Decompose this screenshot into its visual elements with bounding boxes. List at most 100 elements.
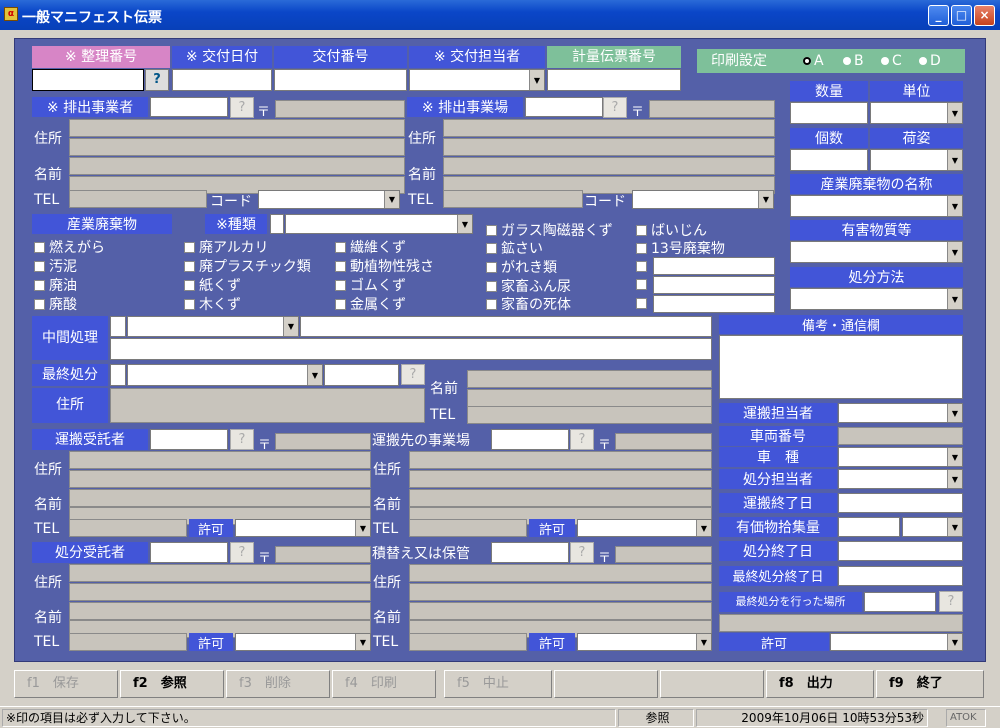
minimize-button[interactable]: _ <box>928 5 949 26</box>
shashu-select[interactable]: ▼ <box>838 447 963 467</box>
tani-select[interactable]: ▼ <box>870 102 963 124</box>
seiri-bango-help-button[interactable]: ? <box>145 69 169 91</box>
haishutsu-jigyojo-code[interactable] <box>525 97 603 117</box>
waste-checkbox[interactable]: 汚泥 <box>34 256 77 276</box>
waste-checkbox[interactable]: 金属くず <box>335 294 406 314</box>
waste-other-input3[interactable] <box>653 295 775 313</box>
waste-checkbox[interactable]: 廃酸 <box>34 294 77 314</box>
f6-empty-button[interactable] <box>554 670 658 698</box>
f3-delete-button[interactable]: f3 削除 <box>226 670 330 698</box>
waste-checkbox[interactable]: 紙くず <box>184 275 241 295</box>
waste-type-select[interactable]: ▼ <box>285 214 473 234</box>
yuka-input[interactable] <box>838 517 900 537</box>
meisho-select[interactable]: ▼ <box>790 195 963 217</box>
maximize-button[interactable]: □ <box>951 5 972 26</box>
waste-checkbox-other3[interactable] <box>636 296 651 312</box>
shobun-jutaku-permit-select[interactable]: ▼ <box>235 633 371 651</box>
chukan-select[interactable]: ▼ <box>127 316 299 337</box>
waste-checkbox[interactable]: 13号廃棄物 <box>636 238 725 258</box>
unpan-saki-search-button[interactable]: ? <box>570 429 594 450</box>
tsumikae-permit-select[interactable]: ▼ <box>577 633 712 651</box>
haishutsu-jigyojo-code-select[interactable]: ▼ <box>632 190 774 209</box>
saishu-input[interactable] <box>324 364 399 386</box>
waste-checkbox[interactable]: 家畜の死体 <box>486 294 571 314</box>
waste-checkbox[interactable]: ガラス陶磁器くず <box>486 220 613 240</box>
waste-checkbox[interactable]: 家畜ふん尿 <box>486 276 571 296</box>
waste-other-input2[interactable] <box>653 276 775 294</box>
f2-reference-button[interactable]: f2 参照 <box>120 670 224 698</box>
waste-type-code[interactable] <box>270 214 284 234</box>
waste-checkbox[interactable]: ゴムくず <box>335 275 406 295</box>
waste-checkbox[interactable]: 繊維くず <box>335 237 406 257</box>
print-option-c[interactable]: C <box>881 49 902 73</box>
haishutsu-jigyosha-code[interactable] <box>150 97 228 117</box>
waste-checkbox[interactable]: 廃プラスチック類 <box>184 256 311 276</box>
waste-checkbox[interactable]: 燃えがら <box>34 237 105 257</box>
unpan-saki-code[interactable] <box>491 429 569 450</box>
suryo-input[interactable] <box>790 102 868 124</box>
kofu-tanto-select[interactable]: ▼ <box>409 69 545 91</box>
print-option-d[interactable]: D <box>919 49 941 73</box>
saishu-basho-search-button[interactable]: ? <box>939 591 963 612</box>
unpan-jutaku-code[interactable] <box>150 429 228 450</box>
f5-cancel-button[interactable]: f5 中止 <box>444 670 552 698</box>
waste-checkbox[interactable]: がれき類 <box>486 257 557 277</box>
kosu-input[interactable] <box>790 149 868 171</box>
yugai-select[interactable]: ▼ <box>790 241 963 263</box>
waste-checkbox[interactable]: 木くず <box>184 294 241 314</box>
kofu-hizuke-input[interactable] <box>172 69 272 91</box>
chukan-detail-input[interactable] <box>110 338 712 360</box>
nisugata-select[interactable]: ▼ <box>870 149 963 171</box>
seiri-bango-input[interactable] <box>32 69 144 91</box>
kofu-bango-input[interactable] <box>274 69 407 91</box>
unpan-saki-permit-select[interactable]: ▼ <box>577 519 712 537</box>
shobun-tanto-select[interactable]: ▼ <box>838 469 963 489</box>
meisho-label: 産業廃棄物の名称 <box>790 174 963 194</box>
waste-checkbox[interactable]: 動植物性残さ <box>335 256 434 276</box>
f4-print-button[interactable]: f4 印刷 <box>332 670 436 698</box>
unpan-shuryo-input[interactable] <box>838 493 963 513</box>
chevron-down-icon: ▼ <box>283 317 298 336</box>
saishu-search-button[interactable]: ? <box>401 364 425 385</box>
saishu-select[interactable]: ▼ <box>127 364 323 386</box>
haishutsu-jigyosha-code-select[interactable]: ▼ <box>258 190 400 209</box>
shobun-shuryo-input[interactable] <box>838 541 963 561</box>
kosu-label: 個数 <box>790 128 868 148</box>
shobun-hoho-select[interactable]: ▼ <box>790 288 963 310</box>
print-option-a[interactable]: A <box>803 49 824 73</box>
chukan-code[interactable] <box>110 316 126 337</box>
status-bar: ※印の項目は必ず入力して下さい。 参照 2009年10月06日 10時53分53… <box>0 706 1000 728</box>
f8-output-button[interactable]: f8 出力 <box>766 670 874 698</box>
chevron-down-icon: ▼ <box>947 404 962 422</box>
biko-textarea[interactable] <box>719 335 963 399</box>
saishu-shuryo-input[interactable] <box>838 566 963 586</box>
unpan-jutaku-permit-select[interactable]: ▼ <box>235 519 371 537</box>
tsumikae-code[interactable] <box>491 542 569 563</box>
waste-checkbox[interactable]: 廃アルカリ <box>184 237 268 257</box>
yuka-unit-select[interactable]: ▼ <box>902 517 963 537</box>
waste-checkbox[interactable]: ばいじん <box>636 220 707 240</box>
unpan-tanto-select[interactable]: ▼ <box>838 403 963 423</box>
haishutsu-jigyosha-search-button[interactable]: ? <box>230 97 254 118</box>
waste-other-input1[interactable] <box>653 257 775 275</box>
f1-save-button[interactable]: f1 保存 <box>14 670 118 698</box>
keiryo-denpyo-input[interactable] <box>547 69 681 91</box>
haishutsu-jigyojo-search-button[interactable]: ? <box>603 97 627 118</box>
waste-checkbox-other1[interactable] <box>636 259 651 275</box>
close-button[interactable]: × <box>974 5 995 26</box>
waste-checkbox[interactable]: 鉱さい <box>486 238 543 258</box>
shobun-jutaku-code[interactable] <box>150 542 228 563</box>
keiryo-denpyo-label: 計量伝票番号 <box>547 46 681 68</box>
unpan-jutaku-search-button[interactable]: ? <box>230 429 254 450</box>
chukan-input[interactable] <box>300 316 712 337</box>
kyoka-select[interactable]: ▼ <box>830 633 963 651</box>
print-option-b[interactable]: B <box>843 49 864 73</box>
waste-checkbox[interactable]: 廃油 <box>34 275 77 295</box>
tsumikae-search-button[interactable]: ? <box>570 542 594 563</box>
saishu-basho-code[interactable] <box>864 592 936 612</box>
waste-checkbox-other2[interactable] <box>636 277 651 293</box>
f7-empty-button[interactable] <box>660 670 764 698</box>
saishu-code[interactable] <box>110 364 126 386</box>
f9-exit-button[interactable]: f9 終了 <box>876 670 984 698</box>
shobun-jutaku-search-button[interactable]: ? <box>230 542 254 563</box>
